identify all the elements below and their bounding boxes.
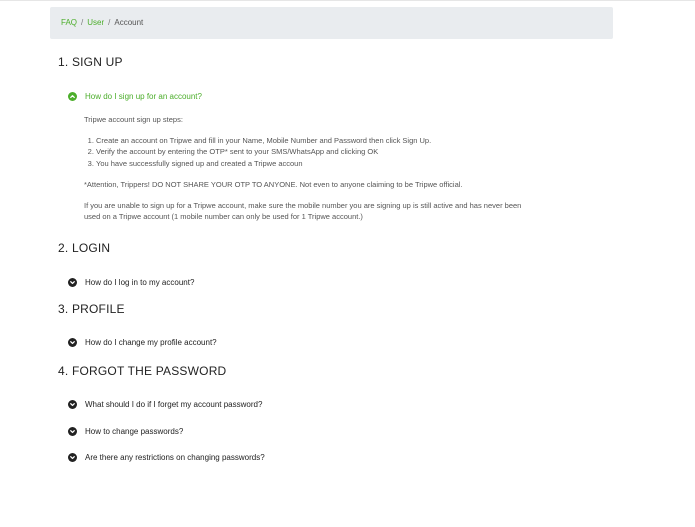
chevron-up-circle-icon (68, 91, 77, 101)
faq-question-password-restrictions[interactable]: Are there any restrictions on changing p… (68, 451, 265, 463)
faq-question-label: How do I change my profile account? (85, 337, 217, 347)
chevron-down-circle-icon (68, 337, 77, 347)
chevron-down-circle-icon (68, 399, 77, 409)
breadcrumb-separator: / (108, 18, 111, 27)
section-title-profile: 3. PROFILE (58, 302, 125, 316)
answer-attention: *Attention, Trippers! DO NOT SHARE YOUR … (84, 180, 463, 189)
answer-step: Verify the account by entering the OTP* … (96, 146, 524, 158)
faq-question-label: Are there any restrictions on changing p… (85, 452, 265, 462)
faq-question-label: How to change passwords? (85, 426, 184, 436)
breadcrumb-separator: / (81, 18, 84, 27)
section-title-forgot-password: 4. FORGOT THE PASSWORD (58, 364, 227, 378)
faq-question-change-password[interactable]: How to change passwords? (68, 425, 183, 437)
breadcrumb-current: Account (114, 18, 144, 27)
faq-question-forgot-password[interactable]: What should I do if I forget my account … (68, 398, 262, 410)
section-title-sign-up: 1. SIGN UP (58, 55, 123, 69)
answer-steps-list: Create an account on Tripwe and fill in … (84, 135, 524, 170)
faq-question-profile[interactable]: How do I change my profile account? (68, 336, 217, 348)
answer-note: If you are unable to sign up for a Tripw… (84, 200, 522, 222)
breadcrumb: FAQ / User / Account (50, 7, 613, 39)
faq-question-label: How do I sign up for an account? (85, 91, 202, 101)
faq-question-sign-up[interactable]: How do I sign up for an account? (68, 90, 202, 102)
answer-intro: Tripwe account sign up steps: (84, 115, 183, 124)
faq-question-label: What should I do if I forget my account … (85, 399, 263, 409)
answer-step: Create an account on Tripwe and fill in … (96, 135, 524, 147)
breadcrumb-link-faq[interactable]: FAQ (61, 18, 77, 27)
faq-answer-sign-up: Tripwe account sign up steps: Create an … (84, 114, 524, 223)
chevron-down-circle-icon (68, 277, 77, 287)
faq-question-login[interactable]: How do I log in to my account? (68, 276, 194, 288)
section-title-login: 2. LOGIN (58, 241, 111, 255)
top-divider (0, 0, 695, 1)
breadcrumb-link-user[interactable]: User (87, 18, 104, 27)
chevron-down-circle-icon (68, 426, 77, 436)
faq-question-label: How do I log in to my account? (85, 277, 195, 287)
chevron-down-circle-icon (68, 452, 77, 462)
answer-step: You have successfully signed up and crea… (96, 158, 524, 170)
